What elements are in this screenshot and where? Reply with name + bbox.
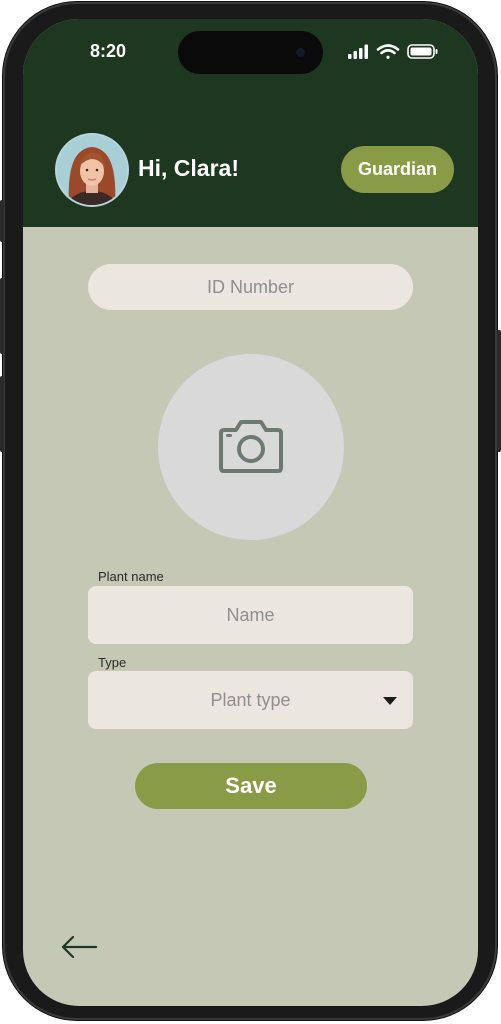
front-camera [296,48,305,57]
avatar-photo [57,135,127,205]
save-button[interactable]: Save [135,763,367,809]
arrow-left-icon[interactable] [60,934,98,960]
plant-name-label: Plant name [98,569,164,584]
plant-type-select[interactable]: Plant type [88,671,413,729]
camera-icon [219,420,283,473]
wifi-icon [376,44,400,59]
avatar[interactable] [57,135,127,205]
add-photo-button[interactable] [158,354,344,540]
greeting-text: Hi, Clara! [138,155,239,181]
battery-icon [407,44,438,59]
app-screen: 8:20 Hi, Clara! Guardian ID Number Plant… [23,19,478,1006]
id-number-input[interactable]: ID Number [88,264,413,310]
plant-type-value: Plant type [210,689,291,710]
plant-type-label: Type [98,655,127,670]
status-icons [348,44,438,59]
status-time: 8:20 [89,41,127,61]
signal-icon [348,44,368,59]
volume-up-button [0,278,4,354]
action-button [0,200,4,242]
power-button [497,330,501,452]
volume-down-button [0,376,4,452]
dynamic-island [178,31,323,74]
plant-name-input[interactable]: Name [88,586,413,644]
guardian-button[interactable]: Guardian [341,146,454,193]
app-header: 8:20 Hi, Clara! Guardian [23,19,478,227]
caret-down-icon [383,697,397,705]
